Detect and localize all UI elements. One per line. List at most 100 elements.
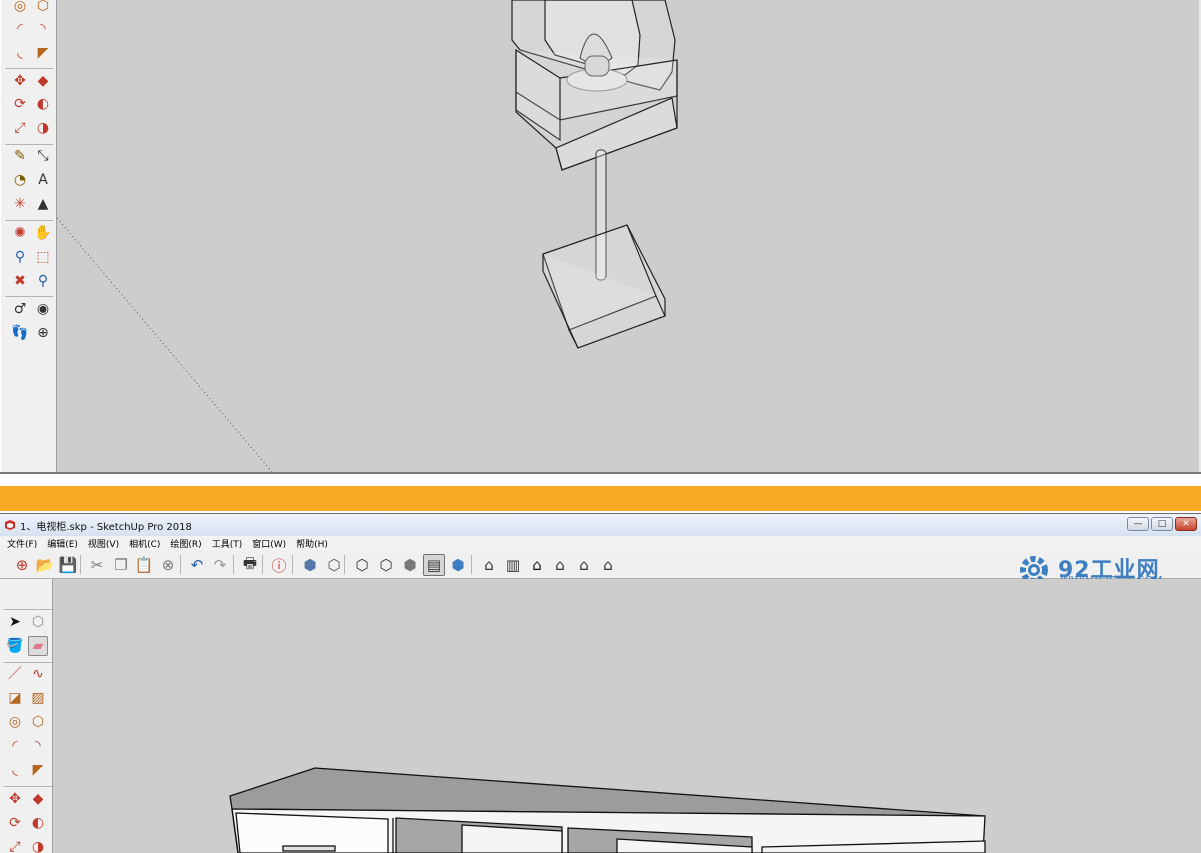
offset-icon[interactable]: ◑ [33, 118, 53, 138]
toolbar-separator [233, 555, 234, 574]
shaded-icon[interactable]: ⬢ [399, 554, 421, 576]
push-pull-icon[interactable]: ◆ [28, 789, 48, 809]
print-icon[interactable]: 🖶 [239, 554, 261, 576]
panel-gap [0, 474, 1201, 486]
follow-me-icon[interactable]: ◐ [33, 94, 53, 114]
undo-icon[interactable]: ↶ [186, 554, 208, 576]
scale-icon[interactable]: ⤢ [5, 837, 25, 853]
shaded-textures-icon[interactable]: ▤ [423, 554, 445, 576]
orbit-icon[interactable]: ✺ [10, 223, 30, 243]
save-icon[interactable]: 💾 [57, 554, 79, 576]
wireframe-icon[interactable]: ⬡ [351, 554, 373, 576]
push-pull-icon[interactable]: ◆ [33, 71, 53, 91]
copy-icon[interactable]: ❐ [110, 554, 132, 576]
hidden-line-icon[interactable]: ⬡ [375, 554, 397, 576]
freehand-icon[interactable]: ∿ [28, 664, 48, 684]
menu-help[interactable]: 帮助(H) [291, 537, 333, 550]
eraser-icon[interactable]: ▰ [28, 636, 48, 656]
modeling-viewport[interactable] [57, 0, 1199, 472]
minimize-button[interactable]: — [1127, 517, 1149, 531]
menu-camera[interactable]: 相机(C) [124, 537, 165, 550]
3-point-arc-icon[interactable]: ◟ [10, 43, 30, 63]
toolbar-divider [5, 220, 53, 221]
menu-window[interactable]: 窗口(W) [247, 537, 291, 550]
scale-icon[interactable]: ⤢ [10, 118, 30, 138]
front-view-icon[interactable]: ⌂ [526, 554, 548, 576]
menu-draw[interactable]: 绘图(R) [165, 537, 206, 550]
move-icon[interactable]: ✥ [10, 71, 30, 91]
cut-icon[interactable]: ✂ [86, 554, 108, 576]
back-edges-icon[interactable]: ⬡ [323, 554, 345, 576]
rotate-icon[interactable]: ⟳ [10, 94, 30, 114]
polygon-icon[interactable]: ⬡ [33, 0, 53, 16]
left-view-icon[interactable]: ⌂ [597, 554, 619, 576]
move-icon[interactable]: ✥ [5, 789, 25, 809]
menu-tools[interactable]: 工具(T) [207, 537, 248, 550]
sketchup-window: 1、电视柜.skp - SketchUp Pro 2018 — □ ✕ 文件(F… [0, 513, 1201, 853]
menu-edit[interactable]: 编辑(E) [42, 537, 83, 550]
select-icon[interactable]: ➤ [5, 612, 25, 632]
menu-bar: 文件(F) 编辑(E) 视图(V) 相机(C) 绘图(R) 工具(T) 窗口(W… [0, 536, 1201, 550]
2-point-arc-icon[interactable]: ◝ [33, 19, 53, 39]
line-icon[interactable]: ／ [5, 664, 25, 684]
polygon-icon[interactable]: ⬡ [28, 712, 48, 732]
new-icon[interactable]: ⊕ [11, 554, 33, 576]
offset-icon[interactable]: ◑ [28, 837, 48, 853]
3-point-arc-icon[interactable]: ◟ [5, 760, 25, 780]
rotated-rectangle-icon[interactable]: ▨ [28, 688, 48, 708]
pie-icon[interactable]: ◤ [33, 43, 53, 63]
toolbar-separator [471, 555, 472, 574]
walk-icon[interactable]: 👣 [10, 323, 30, 343]
tv-cabinet-model [229, 767, 986, 853]
monochrome-icon[interactable]: ⬢ [447, 554, 469, 576]
top-view-icon[interactable]: ▥ [502, 554, 524, 576]
arc-icon[interactable]: ◜ [5, 736, 25, 756]
lamp-model-drawing [57, 0, 678, 472]
section-plane-icon[interactable]: ⊕ [33, 323, 53, 343]
toolbar-separator [262, 555, 263, 574]
window-controls: — □ ✕ [1127, 517, 1197, 531]
position-camera-icon[interactable]: ♂ [10, 299, 30, 319]
look-around-icon[interactable]: ◉ [33, 299, 53, 319]
erase-icon[interactable]: ⊗ [157, 554, 179, 576]
right-view-icon[interactable]: ⌂ [549, 554, 571, 576]
maximize-button[interactable]: □ [1151, 517, 1173, 531]
back-view-icon[interactable]: ⌂ [573, 554, 595, 576]
tape-measure-icon[interactable]: ✎ [10, 146, 30, 166]
protractor-icon[interactable]: ◔ [10, 170, 30, 190]
paste-icon[interactable]: 📋 [133, 554, 155, 576]
axes-icon[interactable]: ✳ [10, 194, 30, 214]
menu-view[interactable]: 视图(V) [83, 537, 124, 550]
close-button[interactable]: ✕ [1175, 517, 1197, 531]
3d-text-icon[interactable]: ▲ [33, 194, 53, 214]
arc-icon[interactable]: ◜ [10, 19, 30, 39]
lamp-base [542, 224, 666, 349]
open-icon[interactable]: 📂 [34, 554, 56, 576]
zoom-extents-icon[interactable]: ✖ [10, 271, 30, 291]
rectangle-icon[interactable]: ◪ [5, 688, 25, 708]
zoom-icon[interactable]: ⚲ [10, 247, 30, 267]
circle-icon[interactable]: ◎ [10, 0, 30, 16]
rotate-icon[interactable]: ⟳ [5, 813, 25, 833]
follow-me-icon[interactable]: ◐ [28, 813, 48, 833]
pan-icon[interactable]: ✋ [33, 223, 53, 243]
circle-icon[interactable]: ◎ [5, 712, 25, 732]
text-icon[interactable]: A [33, 170, 53, 190]
zoom-window-icon[interactable]: ⬚ [33, 247, 53, 267]
modeling-viewport[interactable] [53, 579, 1201, 853]
toolbar-separator [292, 555, 293, 574]
xray-icon[interactable]: ⬢ [299, 554, 321, 576]
previous-view-icon[interactable]: ⚲ [33, 271, 53, 291]
2-point-arc-icon[interactable]: ◝ [28, 736, 48, 756]
pie-icon[interactable]: ◤ [28, 760, 48, 780]
orange-separator-band [0, 486, 1201, 511]
menu-file[interactable]: 文件(F) [0, 537, 42, 550]
dimension-icon[interactable]: ⤡ [33, 146, 53, 166]
paint-bucket-icon[interactable]: 🪣 [5, 636, 25, 656]
toolbar-divider [4, 662, 52, 663]
sketchup-app-icon [5, 520, 15, 530]
iso-view-icon[interactable]: ⌂ [478, 554, 500, 576]
model-info-icon[interactable]: ⓘ [268, 554, 290, 576]
redo-icon[interactable]: ↷ [209, 554, 231, 576]
make-component-icon[interactable]: ⬡ [28, 612, 48, 632]
